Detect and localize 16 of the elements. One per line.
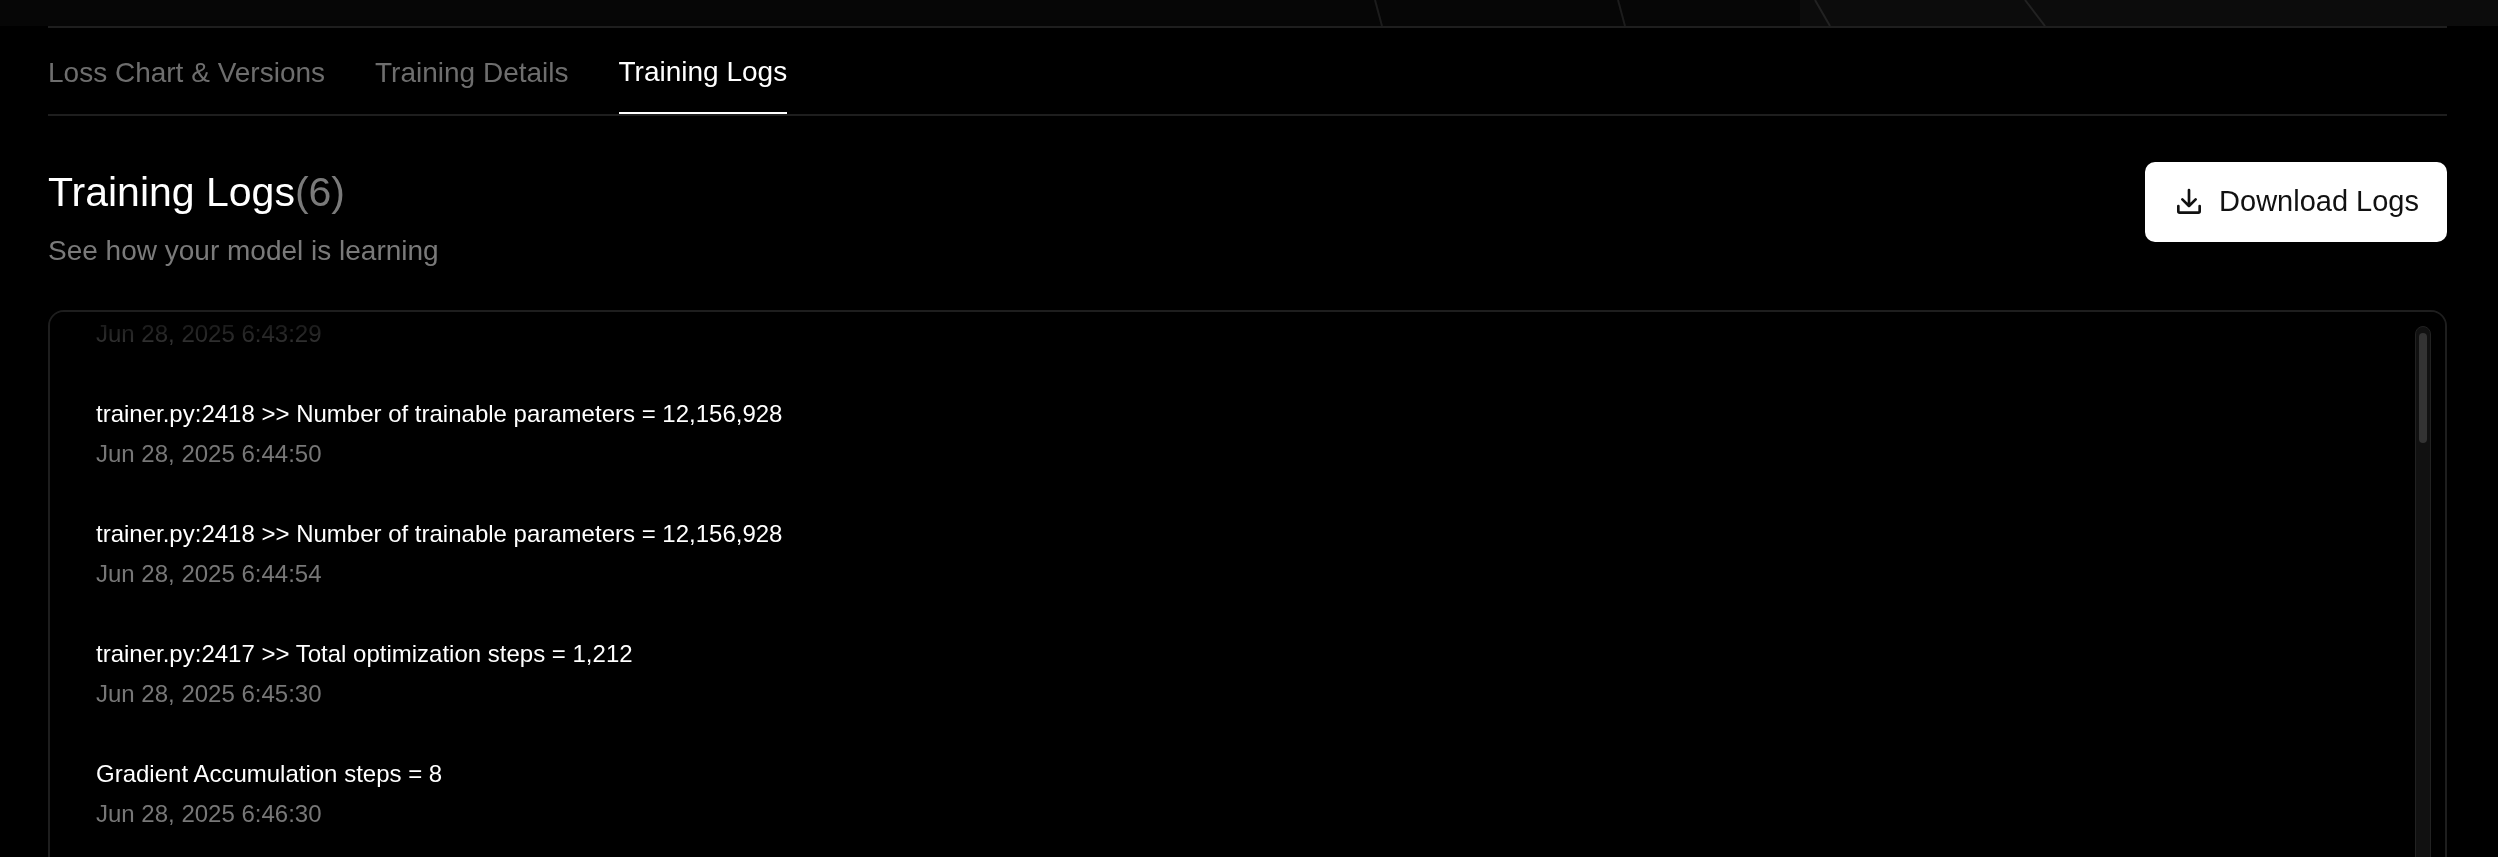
log-count: (6) [294, 168, 345, 217]
section-subtitle: See how your model is learning [48, 234, 439, 268]
log-message: trainer.py:2417 >> Total optimization steps = 1,212 [96, 639, 634, 669]
tab[interactable]: Training Details [375, 28, 569, 114]
section-title: Training Logs [48, 168, 295, 217]
log-timestamp: Jun 28, 2025 6:45:30 [96, 679, 323, 709]
log-timestamp: Jun 28, 2025 6:44:50 [96, 439, 323, 469]
log-message: trainer.py:2418 >> Number of trainable parameters = 12,156,928 [96, 399, 784, 429]
log-timestamp: Jun 28, 2025 6:46:30 [96, 799, 323, 829]
tab[interactable]: Loss Chart & Versions [48, 28, 326, 114]
log-message: Gradient Accumulation steps = 8 [96, 759, 444, 789]
tab[interactable]: Training Logs [618, 28, 788, 114]
download-button[interactable]: Download Logs [2145, 162, 2447, 242]
log-message: trainer.py:2418 >> Number of trainable parameters = 12,156,928 [96, 519, 784, 549]
log-timestamp: Jun 28, 2025 6:44:54 [96, 559, 323, 589]
scrollbar-thumb[interactable] [2419, 333, 2427, 443]
